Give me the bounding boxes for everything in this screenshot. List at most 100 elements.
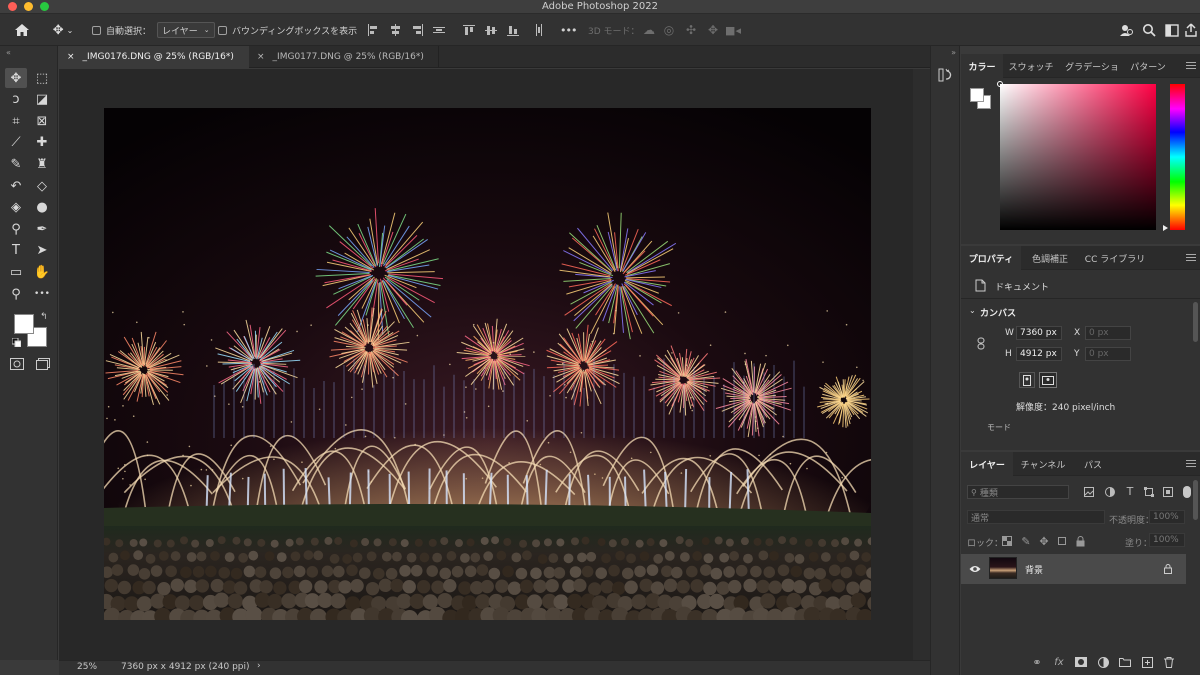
rectangle-tool-icon[interactable]: ▭ bbox=[5, 262, 27, 282]
close-tab-icon[interactable]: × bbox=[67, 52, 75, 62]
layers-scrollbar[interactable] bbox=[1193, 480, 1198, 520]
hue-slider-handle[interactable] bbox=[1163, 225, 1168, 231]
share-upload-icon[interactable] bbox=[1184, 22, 1198, 38]
tab-channels[interactable]: チャンネル bbox=[1015, 452, 1071, 476]
path-select-tool-icon[interactable]: ➤ bbox=[31, 241, 53, 261]
filter-toggle[interactable] bbox=[1183, 486, 1191, 498]
layer-mask-icon[interactable] bbox=[1073, 655, 1089, 669]
eye-visibility-icon[interactable] bbox=[968, 562, 982, 576]
align-center-h-icon[interactable] bbox=[388, 23, 402, 37]
lock-pixels-icon[interactable]: ✎ bbox=[1020, 535, 1032, 548]
align-middle-v-icon[interactable] bbox=[484, 23, 498, 37]
color-fg-swatch[interactable] bbox=[970, 88, 984, 102]
dodge-tool-icon[interactable]: ⚲ bbox=[5, 219, 27, 239]
pen-tool-icon[interactable]: ✒ bbox=[31, 219, 53, 239]
link-layers-icon[interactable]: ⚭ bbox=[1029, 655, 1045, 669]
auto-select-checkbox[interactable] bbox=[92, 25, 101, 35]
crop-tool-icon[interactable]: ⌗ bbox=[5, 111, 27, 131]
default-colors-icon[interactable] bbox=[11, 337, 22, 348]
healing-brush-tool-icon[interactable]: ✚ bbox=[31, 133, 53, 153]
lock-artboard-icon[interactable] bbox=[1056, 535, 1068, 547]
align-right-icon[interactable] bbox=[410, 23, 424, 37]
tab-layers[interactable]: レイヤー bbox=[961, 452, 1013, 476]
workspace-icon[interactable] bbox=[1164, 22, 1180, 38]
tab-adjustments[interactable]: 色調補正 bbox=[1023, 246, 1077, 270]
panel-menu-icon[interactable] bbox=[1186, 62, 1196, 71]
object-select-tool-icon[interactable]: ◪ bbox=[31, 90, 53, 110]
y-field[interactable]: 0 px bbox=[1085, 347, 1131, 361]
eyedropper-tool-icon[interactable]: ⟋ bbox=[5, 133, 27, 153]
stamp-tool-icon[interactable]: ♜ bbox=[31, 154, 53, 174]
tab-color[interactable]: カラー bbox=[961, 54, 1003, 78]
width-field[interactable]: 7360 px bbox=[1016, 326, 1062, 340]
lock-all-icon[interactable] bbox=[1074, 535, 1086, 547]
history-panel-icon[interactable] bbox=[936, 66, 956, 84]
filter-shape-icon[interactable] bbox=[1143, 486, 1155, 498]
auto-select-dropdown[interactable]: レイヤー ⌄ bbox=[157, 22, 215, 38]
document-canvas[interactable] bbox=[104, 108, 871, 620]
close-tab-icon[interactable]: × bbox=[257, 52, 265, 62]
share-user-icon[interactable] bbox=[1118, 22, 1134, 38]
x-field[interactable]: 0 px bbox=[1085, 326, 1131, 340]
brush-tool-icon[interactable]: ✎ bbox=[5, 154, 27, 174]
blend-mode-dropdown[interactable]: 通常 bbox=[967, 510, 1105, 524]
frame-tool-icon[interactable]: ⊠ bbox=[31, 111, 53, 131]
eraser-tool-icon[interactable]: ◇ bbox=[31, 176, 53, 196]
layer-style-icon[interactable]: fx bbox=[1051, 655, 1067, 669]
landscape-orientation-icon[interactable] bbox=[1039, 372, 1057, 388]
tab-patterns[interactable]: パターン bbox=[1125, 54, 1171, 78]
document-tab-2[interactable]: × _IMG0177.DNG @ 25% (RGB/16*) bbox=[249, 46, 439, 68]
align-top-icon[interactable] bbox=[462, 23, 476, 37]
layer-row-background[interactable]: 背景 bbox=[961, 554, 1186, 584]
marquee-tool-icon[interactable]: ⬚ bbox=[31, 68, 53, 88]
home-icon[interactable] bbox=[12, 21, 32, 39]
bounding-box-checkbox[interactable] bbox=[218, 25, 227, 35]
portrait-orientation-icon[interactable] bbox=[1019, 372, 1035, 388]
height-field[interactable]: 4912 px bbox=[1016, 347, 1062, 361]
tab-gradients[interactable]: グラデーショ bbox=[1061, 54, 1123, 78]
tab-cc-libraries[interactable]: CC ライブラリ bbox=[1079, 246, 1151, 270]
screen-mode-icon[interactable] bbox=[36, 358, 50, 370]
delete-layer-icon[interactable] bbox=[1161, 655, 1177, 669]
link-dimensions-icon[interactable] bbox=[975, 336, 987, 350]
distribute-h-icon[interactable] bbox=[432, 23, 446, 37]
document-tab-1[interactable]: × _IMG0176.DNG @ 25% (RGB/16*) bbox=[59, 46, 249, 68]
blur-tool-icon[interactable]: ● bbox=[31, 198, 53, 218]
hand-tool-icon[interactable]: ✋ bbox=[31, 262, 53, 282]
tab-paths[interactable]: パス bbox=[1073, 452, 1113, 476]
distribute-v-icon[interactable] bbox=[532, 23, 546, 37]
properties-scrollbar[interactable] bbox=[1193, 302, 1198, 342]
canvas-section-chevron-icon[interactable]: ⌄ bbox=[969, 306, 976, 315]
swap-colors-icon[interactable]: ↰ bbox=[40, 312, 48, 322]
zoom-tool-icon[interactable]: ⚲ bbox=[5, 284, 27, 304]
panel-menu-icon[interactable] bbox=[1186, 254, 1196, 263]
fill-field[interactable]: 100% bbox=[1149, 533, 1185, 547]
opacity-field[interactable]: 100% bbox=[1149, 510, 1185, 524]
zoom-level[interactable]: 25% bbox=[77, 662, 97, 672]
collapse-toolbar-icon[interactable]: « bbox=[6, 48, 11, 57]
lasso-tool-icon[interactable]: ↄ bbox=[5, 90, 27, 110]
tab-swatches[interactable]: スウォッチ bbox=[1005, 54, 1057, 78]
document-info-menu-icon[interactable]: › bbox=[257, 661, 261, 671]
filter-smart-object-icon[interactable] bbox=[1162, 486, 1174, 498]
move-tool-icon[interactable]: ✥ bbox=[5, 68, 27, 88]
new-group-icon[interactable] bbox=[1117, 655, 1133, 669]
tab-properties[interactable]: プロパティ bbox=[961, 246, 1021, 270]
color-field[interactable] bbox=[1000, 84, 1156, 230]
layer-filter-dropdown[interactable]: ⚲ 種類 bbox=[967, 485, 1069, 499]
collapse-panels-icon[interactable]: » bbox=[951, 48, 956, 57]
foreground-color-swatch[interactable] bbox=[14, 314, 34, 334]
filter-type-icon[interactable]: T bbox=[1124, 485, 1136, 498]
new-layer-icon[interactable] bbox=[1139, 655, 1155, 669]
align-bottom-icon[interactable] bbox=[506, 23, 520, 37]
filter-pixel-icon[interactable] bbox=[1083, 486, 1095, 498]
history-brush-tool-icon[interactable]: ↶ bbox=[5, 176, 27, 196]
move-tool-preset-icon[interactable]: ✥ ⌄ bbox=[48, 21, 78, 39]
quick-mask-icon[interactable] bbox=[10, 358, 24, 370]
adjustment-layer-icon[interactable] bbox=[1095, 655, 1111, 669]
lock-position-icon[interactable]: ✥ bbox=[1038, 535, 1050, 548]
panel-menu-icon[interactable] bbox=[1186, 460, 1196, 469]
search-icon[interactable] bbox=[1141, 22, 1157, 38]
paint-bucket-tool-icon[interactable]: ◈ bbox=[5, 198, 27, 218]
hue-slider[interactable] bbox=[1170, 84, 1185, 230]
